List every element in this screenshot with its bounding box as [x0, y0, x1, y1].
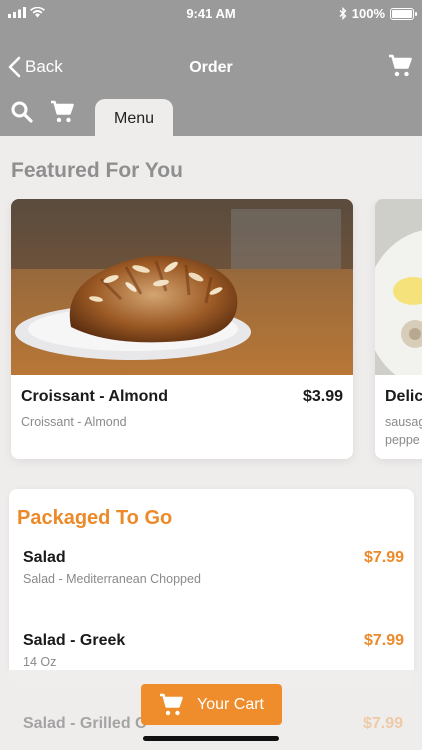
bluetooth-icon [339, 7, 347, 20]
page-title: Order [189, 59, 233, 76]
search-button[interactable] [10, 100, 34, 129]
your-cart-label: Your Cart [197, 695, 264, 713]
battery-icon [390, 7, 417, 20]
menu-item-price: $7.99 [363, 632, 404, 649]
featured-item-desc: Croissant - Almond [21, 415, 127, 429]
menu-item-name: Salad [23, 549, 66, 566]
cart-tab-button[interactable] [50, 100, 74, 129]
your-cart-button[interactable]: Your Cart [141, 684, 282, 725]
featured-item-desc-line: sausag [385, 415, 422, 429]
menu-item-name: Salad - Greek [23, 632, 126, 649]
featured-item-price: $3.99 [302, 388, 343, 405]
battery-percent: 100% [351, 6, 385, 21]
featured-section-title: Featured For You [11, 159, 183, 182]
cart-icon [51, 100, 74, 123]
header: 9:41 AM 100% Back Order Menu [0, 0, 422, 136]
status-right: 100% [339, 6, 417, 21]
featured-item-desc: sausag peppe [385, 413, 422, 449]
featured-item-desc-line: peppe [385, 433, 420, 447]
menu-item-price: $7.99 [363, 549, 404, 566]
menu-item-price: $7.99 [362, 715, 403, 732]
status-bar: 9:41 AM 100% [0, 0, 422, 28]
menu-item-name: Salad - Grilled C [23, 715, 147, 732]
featured-item-name: Delic [385, 388, 422, 405]
packaged-section-card: Packaged To Go Salad $7.99 Salad - Medit… [9, 489, 414, 689]
menu-item-desc: 14 Oz [23, 655, 57, 669]
search-icon [11, 101, 33, 123]
featured-card[interactable]: Croissant - Almond $3.99 Croissant - Alm… [11, 199, 353, 459]
tab-row: Menu [0, 96, 422, 136]
featured-card[interactable]: Delic sausag peppe [375, 199, 422, 459]
home-indicator [143, 736, 279, 741]
menu-item[interactable]: Salad $7.99 Salad - Mediterranean Choppe… [9, 549, 414, 609]
packaged-section-title: Packaged To Go [17, 507, 173, 529]
nav-bar: Back Order [0, 46, 422, 90]
menu-item-desc: Salad - Mediterranean Chopped [23, 572, 201, 586]
cart-header-button[interactable] [388, 54, 412, 83]
cart-icon [160, 693, 183, 715]
featured-carousel[interactable]: Croissant - Almond $3.99 Croissant - Alm… [0, 199, 422, 469]
featured-item-name: Croissant - Almond [21, 388, 168, 405]
tab-menu[interactable]: Menu [95, 99, 173, 136]
croissant-image [11, 199, 353, 375]
featured-item-image [375, 199, 422, 375]
cart-icon [389, 54, 412, 77]
